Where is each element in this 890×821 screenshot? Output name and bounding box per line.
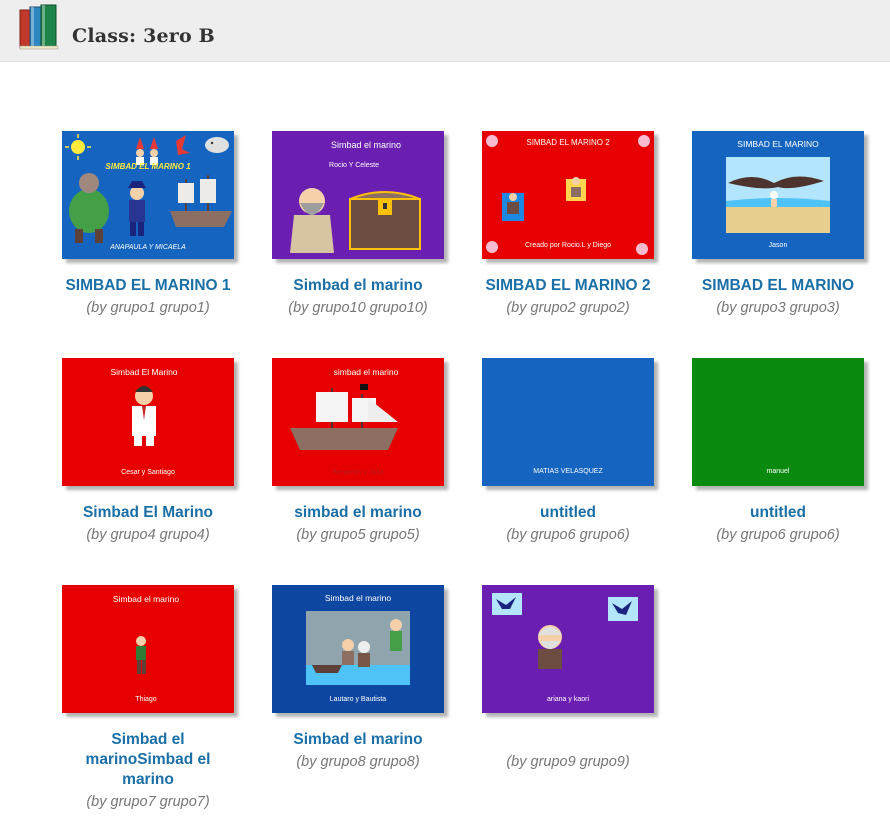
book-author: (by grupo8 grupo8) [296,754,420,770]
book-title[interactable]: Simbad el marino [272,276,444,296]
book-title[interactable]: Simbad el marino [272,730,444,750]
cover-subtitle: Thiago [135,696,157,703]
book-author: (by grupo4 grupo4) [86,527,210,543]
cover-heading: SIMBAD EL MARINO 2 [526,138,610,147]
book-author: (by grupo6 grupo6) [716,527,840,543]
book-cover[interactable]: Simbad El Marino Cesar y Santiago [62,358,234,486]
book-author: (by grupo3 grupo3) [716,300,840,316]
cover-heading: simbad el marino [334,367,399,377]
cover-heading: Simbad el marino [113,594,179,604]
book-author: (by grupo1 grupo1) [86,300,210,316]
book-author: (by grupo5 grupo5) [296,527,420,543]
cover-subtitle: Jason [769,242,788,249]
book-author: (by grupo6 grupo6) [506,527,630,543]
header-bar: Class: 3ero B [0,0,890,62]
cover-subtitle: MATIAS VELASQUEZ [533,468,603,475]
cover-heading: SIMBAD EL MARINO [737,139,819,149]
book-title[interactable]: SIMBAD EL MARINO 2 [482,276,654,296]
book-title[interactable]: Simbad el marinoSimbad el marino [62,730,234,790]
book-cover[interactable]: SIMBAD EL MARINO 2 Creado por Rocio.L y … [482,131,654,259]
book-author: (by grupo7 grupo7) [86,794,210,810]
book-cover[interactable]: MATIAS VELASQUEZ [482,358,654,486]
cover-subtitle: ariana y kaori [547,696,589,703]
book-author: (by grupo10 grupo10) [288,300,428,316]
cover-subtitle: ANAPAULA Y MICAELA [109,244,186,251]
cover-subtitle: Benjamin y Julia [333,469,384,476]
cover-heading: SIMBAD EL MARINO 1 [105,162,191,171]
book-cover[interactable]: Simbad el marino Rocio Y Celeste [272,131,444,259]
cover-subtitle: Rocio Y Celeste [329,162,379,169]
book-author: (by grupo2 grupo2) [506,300,630,316]
cover-subtitle: Creado por Rocio.L y Diego [525,242,611,249]
book-cover[interactable]: simbad el marino Benjamin y Julia [272,358,444,486]
book-title[interactable]: untitled [482,503,654,523]
cover-subtitle: Cesar y Santiago [121,469,175,476]
cover-heading: Simbad el marino [325,593,391,603]
books-logo-icon [19,4,59,50]
book-cover[interactable]: Simbad el marino Lautaro y Bautista [272,585,444,713]
cover-subtitle: Lautaro y Bautista [330,696,387,703]
book-cover[interactable]: ariana y kaori [482,585,654,713]
cover-heading: Simbad el marino [331,140,401,150]
book-title[interactable]: Simbad El Marino [62,503,234,523]
cover-subtitle: manuel [767,468,790,475]
book-cover[interactable]: manuel [692,358,864,486]
book-cover[interactable]: SIMBAD EL MARINO 1 ANAPAULA Y MICAELA [62,131,234,259]
book-title[interactable]: SIMBAD EL MARINO 1 [62,276,234,296]
book-title[interactable]: untitled [692,503,864,523]
book-title[interactable]: SIMBAD EL MARINO [692,276,864,296]
cover-heading: Simbad El Marino [110,367,177,377]
page-title: Class: 3ero B [72,25,215,47]
book-author: (by grupo9 grupo9) [506,754,630,770]
book-cover[interactable]: Simbad el marino Thiago [62,585,234,713]
book-title[interactable]: simbad el marino [272,503,444,523]
book-cover[interactable]: SIMBAD EL MARINO Jason [692,131,864,259]
